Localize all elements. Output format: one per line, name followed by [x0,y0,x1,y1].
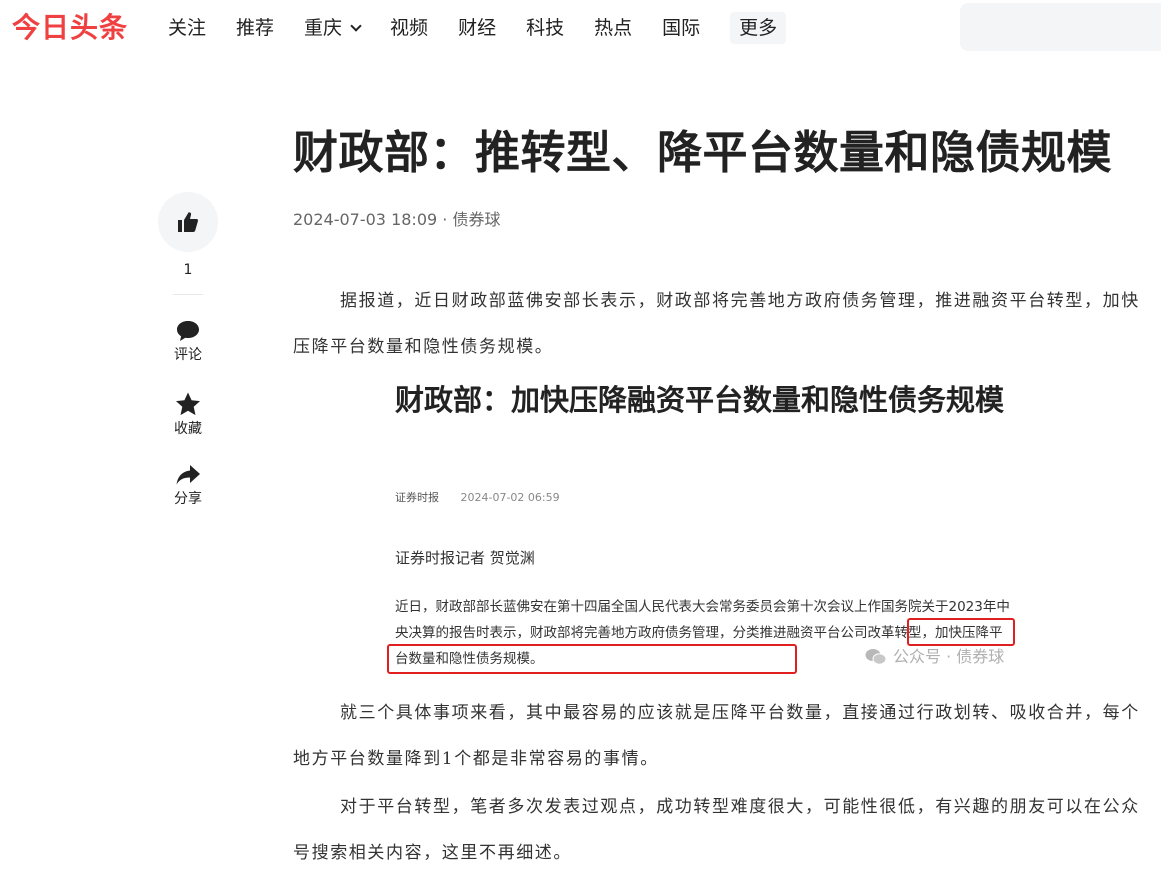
nav-item-city-label: 重庆 [304,17,343,39]
star-icon [176,392,200,416]
embed-source: 证券时报 [395,491,439,504]
toutiao-logo[interactable]: 今日头条 [12,9,128,47]
watermark-text: 公众号 · 债券球 [893,647,1005,666]
nav-item-hot[interactable]: 热点 [594,12,632,44]
article-meta: 2024-07-03 18:09 · 债券球 [293,210,501,229]
chevron-down-icon [350,19,362,32]
comment-label: 评论 [174,347,202,363]
nav-item-video[interactable]: 视频 [390,12,428,44]
thumbs-up-icon [178,212,199,232]
nav-item-recommend[interactable]: 推荐 [236,12,274,44]
embed-title: 财政部：加快压降融资平台数量和隐性债务规模 [395,383,1005,417]
highlight-box [387,644,797,674]
nav-item-tech[interactable]: 科技 [526,12,564,44]
embed-meta: 证券时报 2024-07-02 06:59 [395,490,560,506]
rail-divider [173,294,203,295]
comment-bubble-icon [177,321,199,341]
wechat-watermark: 公众号 · 债券球 [865,646,1004,668]
top-navigation-bar: 今日头条 关注 推荐 重庆 视频 财经 科技 热点 国际 更多 [0,0,1161,56]
nav-item-finance[interactable]: 财经 [458,12,496,44]
like-count: 1 [183,262,193,278]
like-button[interactable] [158,192,218,252]
embedded-news-screenshot[interactable]: 财政部：加快压降融资平台数量和隐性债务规模 证券时报 2024-07-02 06… [375,372,1055,684]
embed-reporter: 证券时报记者 贺觉渊 [395,549,535,567]
nav-item-city[interactable]: 重庆 [304,12,362,44]
article-paragraph: 据报道，近日财政部蓝佛安部长表示，财政部将完善地方政府债务管理，推进融资平台转型… [293,291,1140,357]
comment-button[interactable]: 评论 [158,319,218,363]
embed-date: 2024-07-02 06:59 [460,491,560,504]
wechat-icon [865,649,887,665]
search-input[interactable] [960,3,1161,51]
highlight-box [907,618,1015,646]
article-paragraph: 就三个具体事项来看，其中最容易的应该就是压降平台数量，直接通过行政划转、吸收合并… [293,703,1140,769]
share-arrow-icon [176,465,200,485]
nav-item-follow[interactable]: 关注 [168,12,206,44]
share-button[interactable]: 分享 [158,463,218,507]
favorite-button[interactable]: 收藏 [158,391,218,437]
article-action-rail: 1 评论 收藏 分享 [158,192,218,507]
favorite-label: 收藏 [174,421,202,437]
nav-more-button[interactable]: 更多 [730,12,787,44]
channel-nav: 关注 推荐 重庆 视频 财经 科技 热点 国际 更多 [168,12,787,44]
nav-item-international[interactable]: 国际 [662,12,700,44]
share-label: 分享 [174,491,202,507]
article-title: 财政部：推转型、降平台数量和隐债规模 [293,126,1113,179]
article-paragraph: 对于平台转型，笔者多次发表过观点，成功转型难度很大，可能性很低，有兴趣的朋友可以… [293,797,1140,863]
